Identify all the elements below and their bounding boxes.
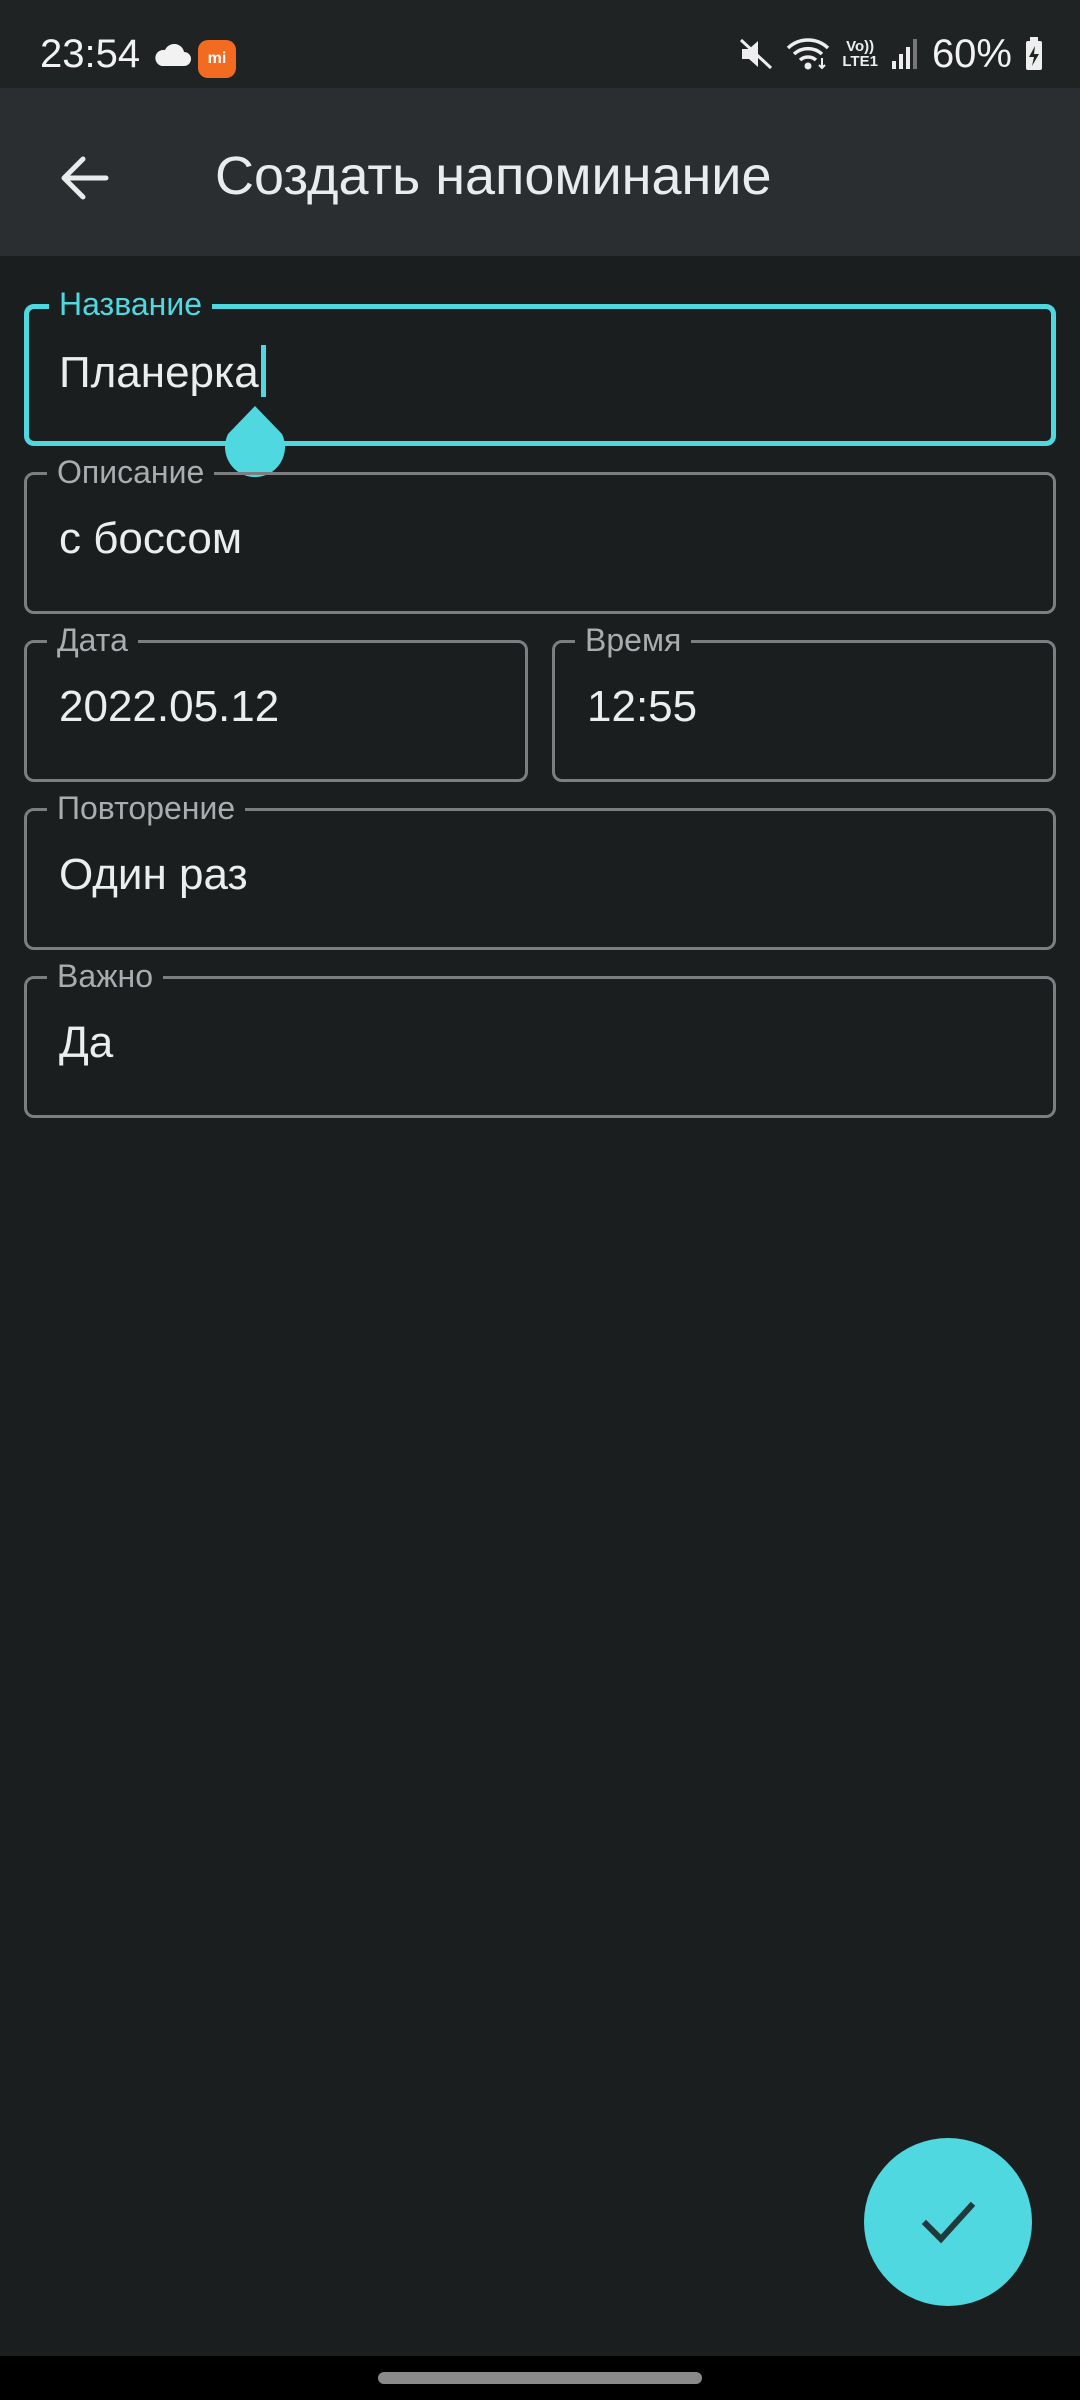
important-field-value: Да xyxy=(59,1018,114,1067)
date-field[interactable]: Дата 2022.05.12 xyxy=(24,621,528,782)
mute-icon xyxy=(740,38,773,70)
description-field-label: Описание xyxy=(47,453,215,491)
signal-icon xyxy=(891,39,917,69)
arrow-back-icon xyxy=(61,156,109,200)
description-field[interactable]: Описание с боссом xyxy=(24,453,1056,614)
wifi-icon xyxy=(787,38,830,70)
volte-icon: Vo)) LTE1 xyxy=(842,38,878,70)
check-icon xyxy=(921,2201,976,2244)
title-field-label: Название xyxy=(49,285,212,323)
back-button[interactable] xyxy=(44,138,124,218)
description-field-value: с боссом xyxy=(59,514,243,563)
repeat-field-label: Повторение xyxy=(47,789,246,827)
date-field-label: Дата xyxy=(47,621,138,659)
save-button[interactable] xyxy=(864,2138,1032,2306)
battery-percent: 60% xyxy=(931,32,1012,76)
text-selection-handle[interactable] xyxy=(222,404,288,478)
mi-app-icon: mi xyxy=(198,40,236,78)
important-field-label: Важно xyxy=(47,957,164,995)
status-icons: Vo)) LTE1 60% xyxy=(738,30,1044,78)
battery-charging-icon xyxy=(1026,37,1042,70)
navigation-bar xyxy=(0,2356,1080,2400)
cloud-icon xyxy=(155,44,191,66)
title-field[interactable]: Название Планерка xyxy=(24,285,1056,446)
date-field-value: 2022.05.12 xyxy=(59,682,280,731)
text-cursor xyxy=(260,345,266,397)
home-gesture-handle[interactable] xyxy=(378,2372,702,2384)
important-field[interactable]: Важно Да xyxy=(24,957,1056,1118)
title-field-value: Планерка xyxy=(59,348,259,397)
time-field[interactable]: Время 12:55 xyxy=(552,621,1056,782)
status-bar: 23:54 mi Vo)) LTE1 60% xyxy=(0,0,1080,88)
time-field-label: Время xyxy=(575,621,692,659)
repeat-field-value: Один раз xyxy=(59,850,248,899)
repeat-field[interactable]: Повторение Один раз xyxy=(24,789,1056,950)
app-bar: Создать напоминание xyxy=(0,88,1080,256)
time-field-value: 12:55 xyxy=(587,682,698,731)
status-time: 23:54 xyxy=(40,32,141,76)
page-title: Создать напоминание xyxy=(215,146,772,206)
